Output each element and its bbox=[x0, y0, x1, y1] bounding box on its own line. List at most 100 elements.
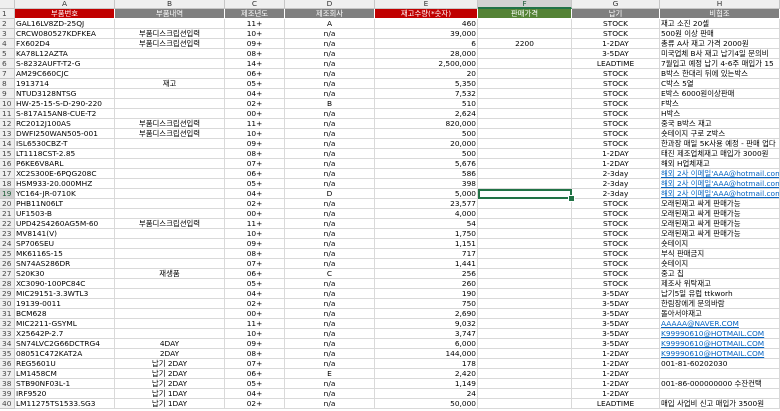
cell-e[interactable]: 39,000 bbox=[375, 29, 478, 39]
row-number[interactable]: 14 bbox=[0, 139, 15, 149]
cell-d[interactable]: n/a bbox=[285, 309, 375, 319]
cell-b[interactable] bbox=[115, 99, 225, 109]
cell-d[interactable]: n/a bbox=[285, 259, 375, 269]
cell-c[interactable]: 08+ bbox=[225, 149, 285, 159]
cell-a[interactable]: SN74AS286DR bbox=[15, 259, 115, 269]
cell-c[interactable]: 07+ bbox=[225, 359, 285, 369]
cell-f[interactable] bbox=[478, 139, 572, 149]
row-number[interactable]: 30 bbox=[0, 299, 15, 309]
cell-e[interactable]: 256 bbox=[375, 269, 478, 279]
cell-h[interactable]: 한과장 매일 5K사용 예정 - 판매 업다 bbox=[660, 139, 780, 149]
cell-b[interactable]: 재생품 bbox=[115, 269, 225, 279]
cell-c[interactable]: 02+ bbox=[225, 99, 285, 109]
cell-g[interactable]: 1-2DAY bbox=[572, 379, 660, 389]
header-cell-c[interactable]: 제조년도 bbox=[225, 9, 285, 19]
cell-g[interactable]: 1-2DAY bbox=[572, 349, 660, 359]
cell-d[interactable]: n/a bbox=[285, 359, 375, 369]
cell-g[interactable]: 3-5DAY bbox=[572, 289, 660, 299]
cell-h[interactable]: H박스 bbox=[660, 109, 780, 119]
cell-e[interactable]: 5,676 bbox=[375, 159, 478, 169]
fill-handle[interactable] bbox=[568, 195, 575, 202]
header-cell-a[interactable]: 부품번호 bbox=[15, 9, 115, 19]
cell-d[interactable]: n/a bbox=[285, 229, 375, 239]
cell-d[interactable]: n/a bbox=[285, 129, 375, 139]
cell-a[interactable]: SN74LVC2G66DCTRG4 bbox=[15, 339, 115, 349]
cell-c[interactable]: 07+ bbox=[225, 159, 285, 169]
cell-f[interactable] bbox=[478, 349, 572, 359]
cell-g[interactable]: LEADTIME bbox=[572, 59, 660, 69]
cell-d[interactable]: C bbox=[285, 269, 375, 279]
cell-g[interactable]: 1-2DAY bbox=[572, 159, 660, 169]
cell-h[interactable]: 오래된재고 싸게 판매가능 bbox=[660, 219, 780, 229]
header-cell-d[interactable]: 제조회사 bbox=[285, 9, 375, 19]
header-cell-e[interactable]: 재고수량(*숫자) bbox=[375, 9, 478, 19]
column-header-f[interactable]: F bbox=[478, 0, 572, 9]
cell-d[interactable]: n/a bbox=[285, 179, 375, 189]
cell-e[interactable]: 144,000 bbox=[375, 349, 478, 359]
row-number[interactable]: 29 bbox=[0, 289, 15, 299]
cell-g[interactable]: STOCK bbox=[572, 99, 660, 109]
cell-d[interactable]: n/a bbox=[285, 89, 375, 99]
cell-a[interactable]: LM11275TS1533.SG3 bbox=[15, 399, 115, 409]
cell-c[interactable]: 06+ bbox=[225, 369, 285, 379]
cell-d[interactable]: n/a bbox=[285, 219, 375, 229]
cell-e[interactable]: 750 bbox=[375, 299, 478, 309]
cell-e[interactable]: 2,500,000 bbox=[375, 59, 478, 69]
cell-d[interactable]: n/a bbox=[285, 279, 375, 289]
cell-g[interactable]: STOCK bbox=[572, 199, 660, 209]
row-number[interactable]: 11 bbox=[0, 109, 15, 119]
cell-h[interactable]: 해외 2사 이메일'AAA@hotmail.com bbox=[660, 169, 780, 179]
cell-h[interactable]: K99990610@HOTMAIL.COM bbox=[660, 329, 780, 339]
cell-g[interactable]: 3-5DAY bbox=[572, 299, 660, 309]
cell-g[interactable]: STOCK bbox=[572, 89, 660, 99]
cell-c[interactable]: 00+ bbox=[225, 109, 285, 119]
cell-h[interactable]: B박스 한대리 뒤에 있는박스 bbox=[660, 69, 780, 79]
row-number[interactable]: 40 bbox=[0, 399, 15, 409]
cell-b[interactable] bbox=[115, 169, 225, 179]
cell-h[interactable]: 납기5일 유럽 ttkworh bbox=[660, 289, 780, 299]
cell-a[interactable]: P6KE6V8ARL bbox=[15, 159, 115, 169]
row-number[interactable]: 6 bbox=[0, 59, 15, 69]
row-number[interactable]: 26 bbox=[0, 259, 15, 269]
cell-c[interactable]: 10+ bbox=[225, 229, 285, 239]
row-number[interactable]: 10 bbox=[0, 99, 15, 109]
cell-f[interactable] bbox=[478, 379, 572, 389]
cell-a[interactable]: STB90NF03L-1 bbox=[15, 379, 115, 389]
cell-f[interactable] bbox=[478, 29, 572, 39]
cell-h[interactable]: 001-81-60202030 bbox=[660, 359, 780, 369]
cell-b[interactable] bbox=[115, 279, 225, 289]
cell-g[interactable]: STOCK bbox=[572, 69, 660, 79]
cell-e[interactable]: 2,624 bbox=[375, 109, 478, 119]
cell-c[interactable]: 02+ bbox=[225, 199, 285, 209]
row-number[interactable]: 2 bbox=[0, 19, 15, 29]
cell-g[interactable]: LEADTIME bbox=[572, 399, 660, 409]
cell-f[interactable] bbox=[478, 79, 572, 89]
cell-e[interactable]: 9,032 bbox=[375, 319, 478, 329]
cell-b[interactable]: 부품디스크립션입력 bbox=[115, 29, 225, 39]
header-cell-f[interactable]: 판매가격 bbox=[478, 9, 572, 19]
cell-f[interactable] bbox=[478, 89, 572, 99]
cell-a[interactable]: PHB11N06LT bbox=[15, 199, 115, 209]
cell-b[interactable]: 부품디스크립션입력 bbox=[115, 39, 225, 49]
cell-c[interactable]: 09+ bbox=[225, 139, 285, 149]
row-number[interactable]: 12 bbox=[0, 119, 15, 129]
cell-h[interactable]: K99990610@HOTMAIL.COM bbox=[660, 339, 780, 349]
cell-f[interactable] bbox=[478, 329, 572, 339]
cell-g[interactable]: STOCK bbox=[572, 29, 660, 39]
row-number[interactable]: 4 bbox=[0, 39, 15, 49]
cell-b[interactable] bbox=[115, 229, 225, 239]
cell-h[interactable]: 한림장에게 문의바람 bbox=[660, 299, 780, 309]
cell-a[interactable]: X25642P-2.7 bbox=[15, 329, 115, 339]
row-number[interactable]: 38 bbox=[0, 379, 15, 389]
cell-g[interactable]: STOCK bbox=[572, 239, 660, 249]
cell-b[interactable]: 납기 1DAY bbox=[115, 389, 225, 399]
cell-f[interactable] bbox=[478, 109, 572, 119]
cell-e[interactable]: 2,690 bbox=[375, 309, 478, 319]
header-cell-g[interactable]: 납기 bbox=[572, 9, 660, 19]
cell-a[interactable]: RC2012J100AS bbox=[15, 119, 115, 129]
cell-a[interactable]: YC164-JR-0710K bbox=[15, 189, 115, 199]
cell-h[interactable]: 7월입고 예정 납기 4-6주 매입가 15 bbox=[660, 59, 780, 69]
cell-a[interactable]: REG5601U bbox=[15, 359, 115, 369]
column-header-h[interactable]: H bbox=[660, 0, 780, 9]
cell-a[interactable]: BCM628 bbox=[15, 309, 115, 319]
